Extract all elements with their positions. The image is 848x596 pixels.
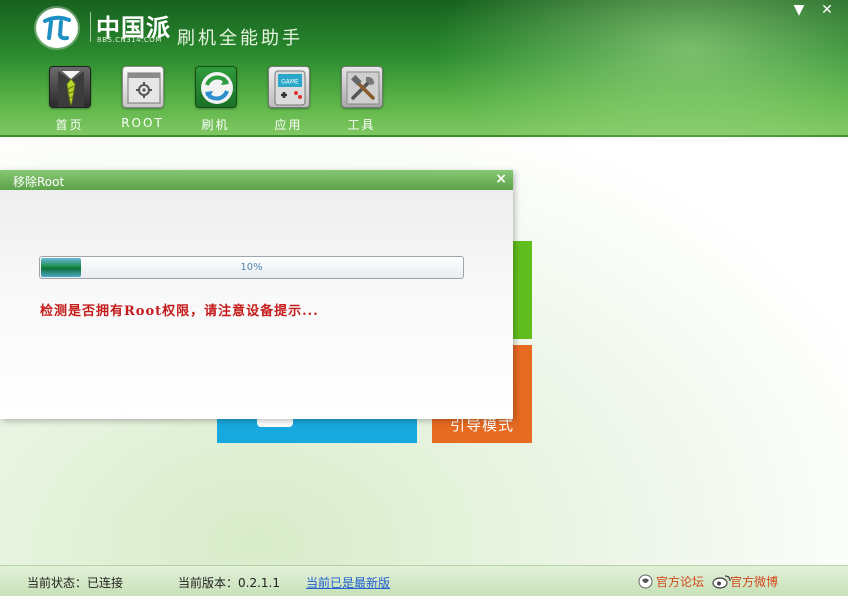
dialog-titlebar: 移除Root × bbox=[0, 170, 513, 190]
update-link[interactable]: 当前已是最新版 bbox=[306, 574, 390, 591]
app-title: 刷机全能助手 bbox=[177, 28, 303, 49]
tools-icon bbox=[340, 66, 383, 108]
dialog-body: 10% 检测是否拥有Root权限，请注意设备提示... bbox=[0, 190, 513, 419]
nav-label-root: ROOT bbox=[121, 116, 164, 130]
dialog-close-button[interactable]: × bbox=[495, 171, 507, 187]
status-message: 检测是否拥有Root权限，请注意设备提示... bbox=[40, 304, 319, 319]
connection-status: 当前状态：已连接 bbox=[27, 576, 124, 590]
dialog-title: 移除Root bbox=[13, 175, 65, 189]
minimize-button[interactable]: ▼ bbox=[792, 3, 806, 17]
forum-icon bbox=[638, 574, 653, 589]
nav-label-tools: 工具 bbox=[347, 118, 376, 132]
logo-divider bbox=[90, 12, 91, 42]
nav-label-home: 首页 bbox=[55, 118, 84, 132]
nav-item-apps[interactable]: GAME 应用 bbox=[252, 66, 325, 133]
nav-item-flash[interactable]: 刷机 bbox=[179, 66, 252, 133]
tile-blue[interactable] bbox=[217, 416, 417, 443]
status-bar: 当前状态：已连接 当前版本：0.2.1.1 当前已是最新版 官方论坛 官方微博 bbox=[0, 565, 848, 596]
refresh-icon bbox=[194, 66, 237, 108]
main-nav: 首页 ROOT 刷机 GAME 应用 工具 bbox=[33, 66, 398, 133]
root-window-icon bbox=[121, 66, 164, 108]
weibo-link[interactable]: 官方微博 bbox=[712, 573, 778, 590]
window-controls: ▼ ✕ bbox=[792, 3, 834, 17]
weibo-link-label: 官方微博 bbox=[730, 575, 779, 589]
weibo-icon bbox=[712, 574, 731, 589]
progress-bar: 10% bbox=[39, 256, 464, 279]
tie-icon bbox=[48, 66, 91, 108]
nav-item-home[interactable]: 首页 bbox=[33, 66, 106, 133]
version-text: 当前版本：0.2.1.1 bbox=[178, 576, 280, 590]
forum-link-label: 官方论坛 bbox=[656, 575, 705, 589]
app-header: 中国派 BBS.CN314.COM 刷机全能助手 ▼ ✕ 首页 ROOT 刷机 … bbox=[0, 0, 848, 137]
close-window-button[interactable]: ✕ bbox=[820, 3, 834, 17]
svg-text:GAME: GAME bbox=[281, 79, 299, 86]
nav-label-flash: 刷机 bbox=[201, 118, 230, 132]
app-logo bbox=[36, 8, 78, 48]
logo-subtext: BBS.CN314.COM bbox=[97, 36, 162, 44]
gamepad-icon: GAME bbox=[267, 66, 310, 108]
forum-link[interactable]: 官方论坛 bbox=[638, 573, 704, 590]
remove-root-dialog: 移除Root × 10% 检测是否拥有Root权限，请注意设备提示... bbox=[0, 170, 513, 419]
nav-item-root[interactable]: ROOT bbox=[106, 66, 179, 133]
nav-item-tools[interactable]: 工具 bbox=[325, 66, 398, 133]
progress-text: 10% bbox=[240, 262, 263, 273]
nav-label-apps: 应用 bbox=[274, 118, 303, 132]
